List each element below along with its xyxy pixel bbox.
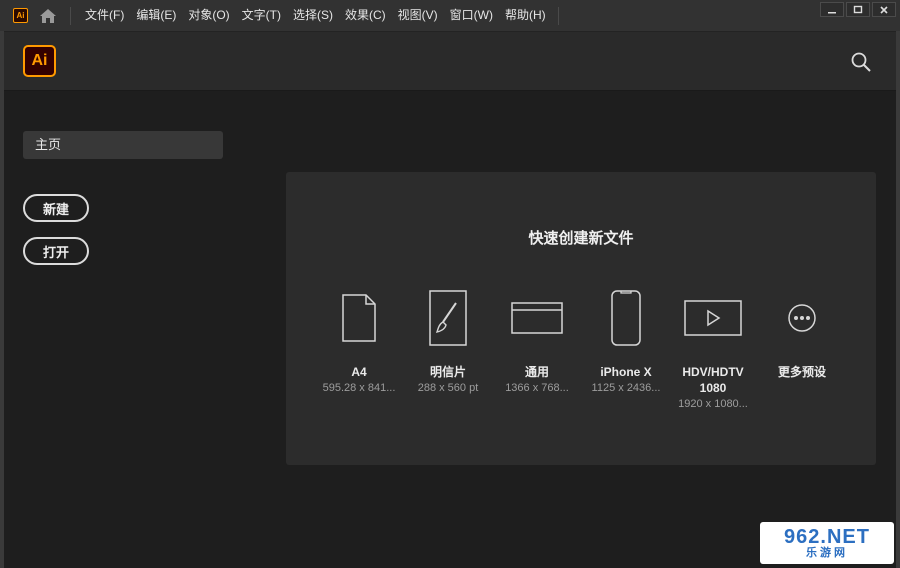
menu-effect[interactable]: 效果(C) <box>339 0 392 31</box>
preset-name: iPhone X <box>600 365 652 379</box>
preset-name: 更多预设 <box>777 365 826 379</box>
preset-name: 通用 <box>524 365 549 379</box>
separator <box>70 6 71 25</box>
more-dots-icon <box>772 286 832 350</box>
preset-size: 1366 x 768... <box>505 382 569 394</box>
menu-bar: 文件(F) 编辑(E) 对象(O) 文字(T) 选择(S) 效果(C) 视图(V… <box>79 0 552 31</box>
watermark-site-name: 乐游网 <box>806 546 848 559</box>
menu-window[interactable]: 窗口(W) <box>444 0 499 31</box>
preset-postcard[interactable]: 明信片 288 x 560 pt <box>404 286 492 396</box>
watermark-domain: 962.NET <box>784 525 870 548</box>
menu-help[interactable]: 帮助(H) <box>499 0 552 31</box>
new-button[interactable]: 新建 <box>23 194 89 222</box>
close-icon[interactable] <box>872 2 896 17</box>
preset-size: 595.28 x 841... <box>322 382 396 394</box>
preset-size: 1125 x 2436... <box>591 382 661 394</box>
menu-select[interactable]: 选择(S) <box>287 0 339 31</box>
separator <box>557 6 559 25</box>
web-window-icon <box>507 286 567 350</box>
app-icon: Ai <box>13 8 28 23</box>
quick-create-panel: 快速创建新文件 A4 595.28 x 841... 明信片 288 x 560… <box>286 172 876 465</box>
menu-edit[interactable]: 编辑(E) <box>130 0 182 31</box>
quick-create-title: 快速创建新文件 <box>528 230 634 247</box>
video-play-icon <box>683 286 743 350</box>
menu-type[interactable]: 文字(T) <box>236 0 287 31</box>
postcard-brush-icon <box>418 286 478 350</box>
app-header: Ai <box>4 32 896 91</box>
sidebar-item-home[interactable]: 主页 <box>23 131 223 159</box>
site-watermark: 962.NET 乐游网 <box>760 522 894 564</box>
open-button[interactable]: 打开 <box>23 237 89 265</box>
preset-web[interactable]: 通用 1366 x 768... <box>493 286 581 396</box>
phone-icon <box>596 286 656 350</box>
minimize-icon[interactable] <box>820 2 844 17</box>
app-logo: Ai <box>23 45 56 77</box>
home-icon[interactable] <box>38 6 58 26</box>
menu-file[interactable]: 文件(F) <box>79 0 130 31</box>
preset-size: 288 x 560 pt <box>417 382 479 394</box>
window-frame-right <box>896 31 900 568</box>
document-icon <box>329 286 389 350</box>
preset-hdtv[interactable]: HDV/HDTV 1080 1920 x 1080... <box>669 286 757 412</box>
preset-iphone-x[interactable]: iPhone X 1125 x 2436... <box>582 286 670 396</box>
preset-name: 明信片 <box>429 365 466 379</box>
preset-size: 1920 x 1080... <box>678 398 748 410</box>
menu-object[interactable]: 对象(O) <box>182 0 235 31</box>
preset-a4[interactable]: A4 595.28 x 841... <box>315 286 403 396</box>
maximize-icon[interactable] <box>846 2 870 17</box>
preset-name: A4 <box>351 365 367 379</box>
window-frame-left <box>0 31 4 568</box>
title-bar: Ai 文件(F) 编辑(E) 对象(O) 文字(T) 选择(S) 效果(C) 视… <box>0 0 900 32</box>
preset-more[interactable]: 更多预设 <box>758 286 846 380</box>
window-controls <box>818 2 896 17</box>
menu-view[interactable]: 视图(V) <box>392 0 444 31</box>
preset-name: HDV/HDTV 1080 <box>682 365 744 395</box>
search-icon[interactable] <box>850 51 872 73</box>
